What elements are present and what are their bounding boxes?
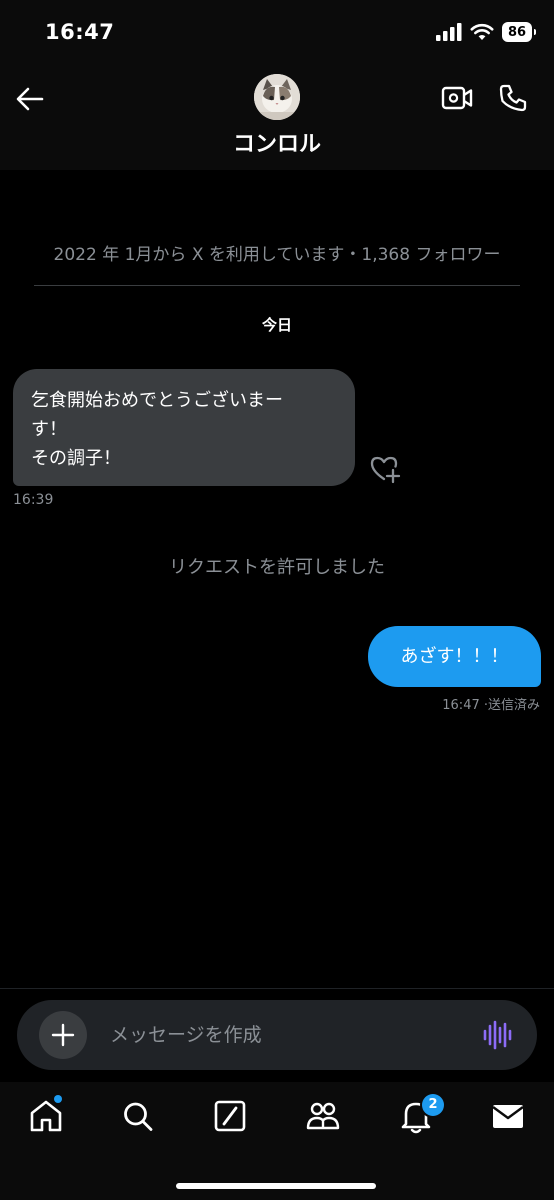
profile-meta: 2022 年 1月から X を利用しています・1,368 フォロワー	[53, 245, 501, 265]
heart-plus-icon	[370, 456, 401, 484]
day-separator: 今日	[261, 316, 292, 334]
voice-waveform-icon	[483, 1020, 512, 1050]
tab-messages[interactable]	[490, 1097, 526, 1135]
home-unread-dot	[54, 1095, 62, 1103]
back-button[interactable]	[14, 84, 46, 114]
divider	[34, 285, 520, 286]
cellular-signal-icon	[436, 23, 462, 41]
plus-icon	[51, 1023, 75, 1047]
tab-search[interactable]	[120, 1097, 156, 1135]
messages-icon	[492, 1105, 524, 1128]
status-icons: 86	[436, 22, 536, 42]
video-call-button[interactable]	[441, 84, 473, 112]
phone-call-icon	[499, 84, 527, 112]
battery-icon: 86	[502, 22, 536, 42]
message-line: その調子！	[31, 448, 121, 469]
incoming-message-bubble[interactable]: 乞食開始おめでとうございまー す！ その調子！	[13, 369, 355, 486]
add-media-button[interactable]	[39, 1011, 87, 1059]
conversation-title[interactable]: コンロル	[0, 126, 554, 158]
message-input[interactable]	[110, 1018, 460, 1052]
outgoing-message-bubble[interactable]: あざす！！！	[368, 626, 541, 687]
phone-call-button[interactable]	[497, 82, 529, 114]
video-call-icon	[441, 86, 473, 110]
arrow-left-icon	[16, 87, 44, 111]
home-indicator	[176, 1183, 376, 1189]
message-line: 乞食開始おめでとうございまー	[31, 390, 283, 411]
message-line: す！	[31, 419, 67, 440]
wifi-icon	[470, 23, 494, 41]
avatar[interactable]	[254, 74, 300, 120]
tab-grok[interactable]	[212, 1097, 248, 1135]
status-time: 16:47	[45, 20, 115, 44]
dm-conversation-screen: 16:47 86 コンロル 2022 年 1月から X を利用しています・1,3…	[0, 0, 554, 1200]
header-area: 16:47 86 コンロル	[0, 0, 554, 170]
message-timestamp: 16:39	[13, 492, 54, 508]
notification-count-badge: 2	[422, 1094, 444, 1116]
voice-message-button[interactable]	[482, 1019, 512, 1051]
message-status: 16:47 ·送信済み	[442, 698, 540, 713]
cat-avatar-image	[254, 74, 300, 120]
grok-icon	[214, 1100, 246, 1132]
tab-communities[interactable]	[305, 1097, 341, 1135]
add-reaction-button[interactable]	[369, 453, 403, 485]
communities-icon	[306, 1102, 340, 1130]
system-message: リクエストを許可しました	[169, 557, 385, 578]
search-icon	[124, 1102, 153, 1131]
